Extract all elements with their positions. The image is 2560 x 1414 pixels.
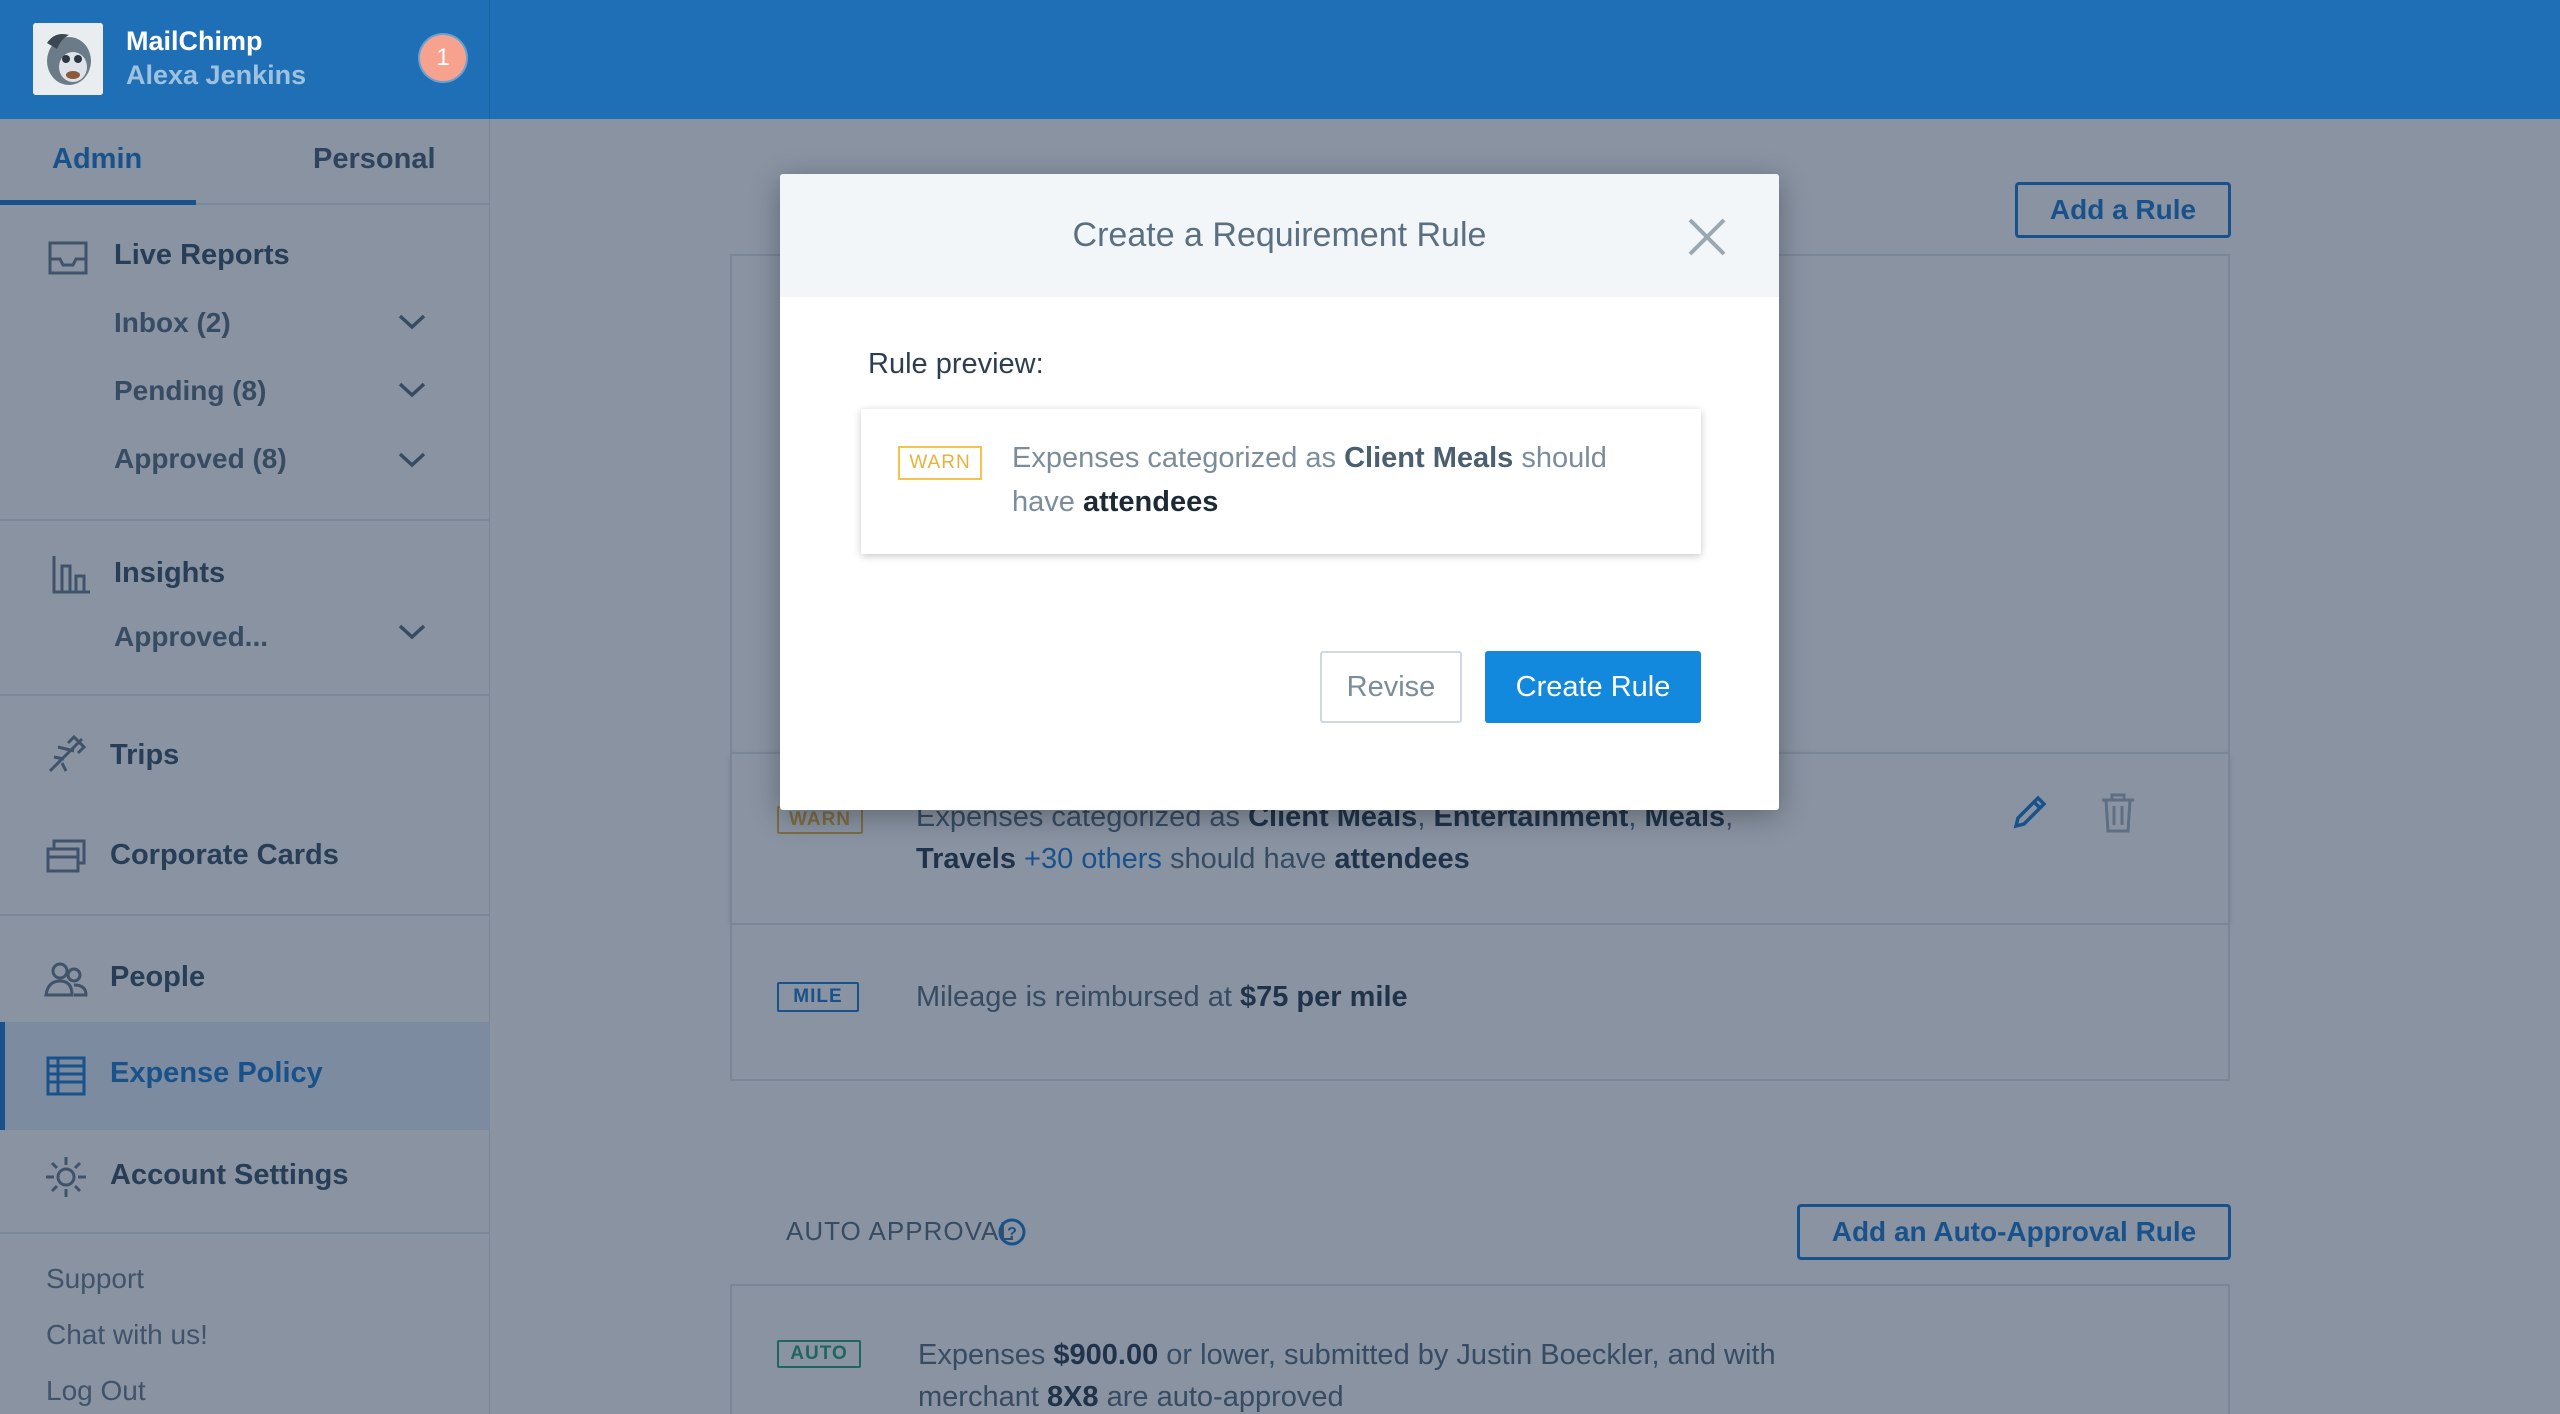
create-rule-button[interactable]: Create Rule [1485,651,1701,723]
user-name: Alexa Jenkins [126,60,307,90]
modal-header: Create a Requirement Rule [780,174,1779,297]
rule-preview-card: WARN Expenses categorized as Client Meal… [861,409,1701,554]
org-name: MailChimp [126,26,263,56]
rule-preview-text: Expenses categorized as Client Meals sho… [1012,442,1607,518]
modal-backdrop-top[interactable] [490,0,2560,119]
warn-tag: WARN [898,446,982,480]
create-rule-modal: Create a Requirement Rule Rule preview: … [780,174,1779,810]
revise-button[interactable]: Revise [1320,651,1462,723]
close-icon[interactable] [1686,216,1728,258]
org-avatar [33,23,103,95]
modal-title: Create a Requirement Rule [1072,216,1487,254]
rule-preview-label: Rule preview: [868,348,1044,380]
notification-badge[interactable]: 1 [420,35,466,81]
account-header[interactable]: MailChimp Alexa Jenkins 1 [0,0,490,119]
